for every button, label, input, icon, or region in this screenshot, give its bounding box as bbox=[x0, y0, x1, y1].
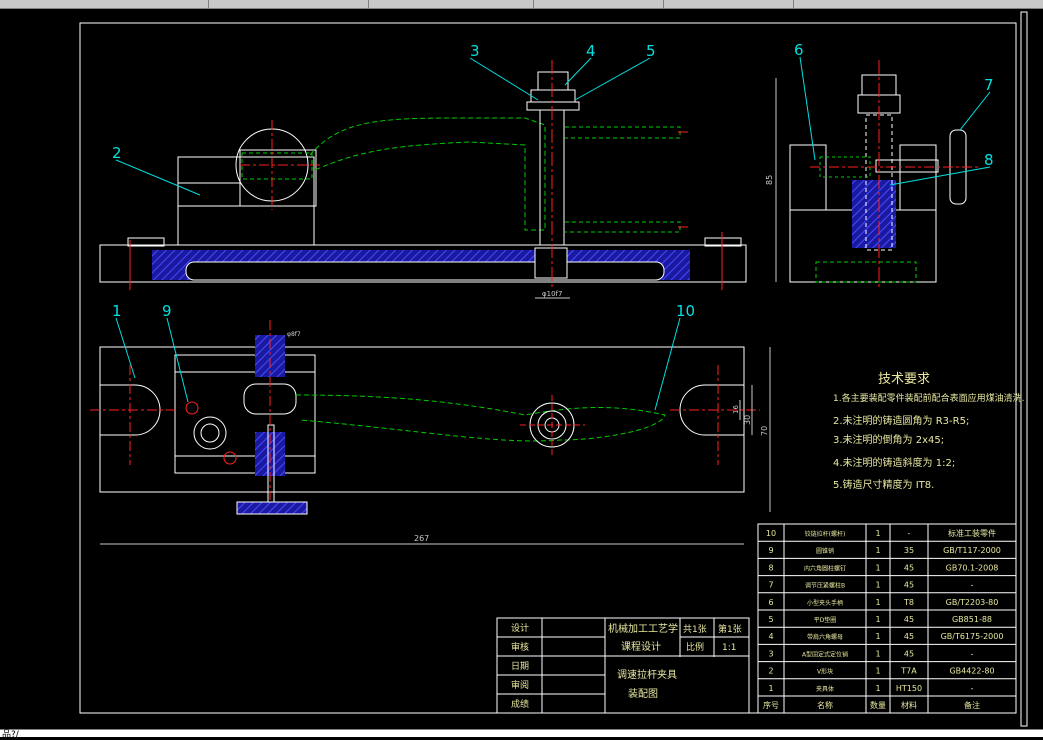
tb-label-review: 审阅 bbox=[511, 679, 529, 691]
balloon-6: 6 bbox=[794, 41, 804, 59]
bom-cell: 1 bbox=[875, 529, 880, 538]
tb-course-1: 机械加工工艺学 bbox=[608, 622, 678, 635]
bom-cell: 1 bbox=[875, 563, 880, 572]
tech-item-5: 5.铸造尺寸精度为 IT8. bbox=[833, 478, 934, 491]
tb-scale-value: 1:1 bbox=[722, 643, 736, 653]
tech-item-2: 2.未注明的铸造圆角为 R3-R5; bbox=[833, 414, 969, 427]
balloon-4: 4 bbox=[586, 42, 596, 60]
balloon-8: 8 bbox=[984, 151, 994, 169]
balloon-3: 3 bbox=[470, 42, 480, 60]
bom-header-cell: 数量 bbox=[870, 700, 886, 710]
tb-drawing-1: 调速拉杆夹具 bbox=[617, 668, 677, 681]
bom-cell: 1 bbox=[875, 546, 880, 555]
bom-cell: 内六角圆柱螺钉 bbox=[804, 564, 846, 572]
top-view: 267 70 30 16 φ8f7 bbox=[90, 320, 771, 545]
tb-course-2: 课程设计 bbox=[621, 640, 661, 653]
bom-cell: 1 bbox=[875, 667, 880, 676]
tb-sheet-no: 第1张 bbox=[718, 623, 742, 635]
bom-cell: 圆锥销 bbox=[816, 547, 834, 555]
bom-cell: 6 bbox=[768, 598, 773, 607]
bom-cell: GB/T117-2000 bbox=[943, 546, 1001, 555]
bom-cell: 45 bbox=[904, 563, 914, 572]
front-view: φ10f7 bbox=[99, 60, 747, 299]
bom-cell: T8 bbox=[903, 598, 914, 607]
tb-label-date: 日期 bbox=[511, 661, 529, 672]
bom-cell: 45 bbox=[904, 581, 914, 590]
bom-cell: 调节压紧螺柱B bbox=[805, 582, 845, 590]
tech-item-3: 3.未注明的倒角为 2x45; bbox=[833, 433, 944, 446]
bom-cell: 7 bbox=[768, 581, 773, 590]
bom-cell: 1 bbox=[875, 598, 880, 607]
bom-cell: 铰链拉杆(螺杆) bbox=[805, 530, 846, 538]
bom-cell: GB/T6175-2000 bbox=[941, 632, 1004, 641]
dim-phi-front: φ10f7 bbox=[542, 290, 562, 298]
bom-cell: 4 bbox=[768, 632, 773, 641]
bom-cell: 1 bbox=[875, 632, 880, 641]
tb-scale-label: 比例 bbox=[686, 641, 704, 653]
bom-cell: GB4422-80 bbox=[949, 667, 994, 676]
bom-cell: HT150 bbox=[896, 684, 922, 693]
bom-cell: 35 bbox=[904, 546, 914, 555]
bom-cell: GB851-88 bbox=[952, 615, 992, 624]
bom-cell: 标准工装零件 bbox=[948, 528, 996, 538]
tb-label-check: 审核 bbox=[511, 641, 529, 653]
tech-requirements: 技术要求 1.各主要装配零件装配前配合表面应用煤油清洗. 2.未注明的铸造圆角为… bbox=[833, 372, 1024, 491]
bom-cell: 45 bbox=[904, 632, 914, 641]
bom-cell: 9 bbox=[768, 546, 773, 555]
drawing-canvas[interactable]: φ10f7 85 267 70 30 16 φ8f7 2 1 9 3 4 5 1… bbox=[0, 0, 1043, 736]
tb-label-grade: 成绩 bbox=[511, 698, 529, 710]
bom-cell: 带肩六角螺母 bbox=[807, 633, 843, 641]
bom-cell: 3 bbox=[768, 649, 773, 658]
bom-cell: 1 bbox=[875, 581, 880, 590]
bom-cell: A型固定式定位销 bbox=[802, 650, 848, 658]
dim-30: 30 bbox=[743, 415, 752, 425]
bom-cell: GB/T2203-80 bbox=[946, 598, 999, 607]
balloon-5: 5 bbox=[646, 42, 656, 60]
balloon-10: 10 bbox=[676, 302, 695, 320]
bom-cell: 1 bbox=[768, 684, 773, 693]
bom-header-cell: 备注 bbox=[964, 700, 980, 710]
title-block: 设计 审核 日期 审阅 成绩 机械加工工艺学 课程设计 共1张 第1张 比例 1… bbox=[496, 617, 750, 714]
screen-edge bbox=[1020, 11, 1028, 727]
bom-cell: 1 bbox=[875, 615, 880, 624]
bom-header-cell: 材料 bbox=[901, 700, 917, 710]
tb-label-design: 设计 bbox=[511, 622, 529, 634]
bom-header-cell: 名称 bbox=[817, 700, 833, 710]
bom-cell: 10 bbox=[766, 529, 776, 538]
bom-cell: T7A bbox=[900, 667, 917, 676]
bom-cell: 1 bbox=[875, 649, 880, 658]
command-prompt: 品?/ bbox=[2, 730, 19, 740]
bom-cell: - bbox=[971, 684, 974, 693]
bom-table: 10 铰链拉杆(螺杆) 1- 标准工装零件9 圆锥销 1 35 GB/T117-20008 内六… bbox=[757, 523, 1017, 714]
dim-16: 16 bbox=[732, 405, 740, 414]
bom-cell: 小型夹头手柄 bbox=[807, 599, 843, 607]
tech-item-1: 1.各主要装配零件装配前配合表面应用煤油清洗. bbox=[833, 392, 1024, 404]
bom-cell: - bbox=[908, 529, 911, 538]
balloon-9: 9 bbox=[162, 302, 172, 320]
tb-drawing-2: 装配图 bbox=[628, 687, 658, 700]
bom-cell: 45 bbox=[904, 649, 914, 658]
balloon-7: 7 bbox=[984, 76, 994, 94]
bom-cell: 2 bbox=[768, 667, 773, 676]
bom-cell: 45 bbox=[904, 615, 914, 624]
balloon-1: 1 bbox=[112, 302, 122, 320]
bom-cell: V形块 bbox=[817, 668, 833, 676]
dim-85: 85 bbox=[765, 175, 774, 185]
tb-sheet-total: 共1张 bbox=[683, 624, 707, 635]
bom-cell: - bbox=[971, 581, 974, 590]
bom-cell: 夹具体 bbox=[816, 685, 834, 693]
bom-header-cell: 序号 bbox=[763, 700, 779, 710]
dim-phi-top: φ8f7 bbox=[287, 331, 301, 338]
bom-cell: 1 bbox=[875, 684, 880, 693]
tech-title: 技术要求 bbox=[878, 372, 930, 387]
dim-70: 70 bbox=[760, 426, 769, 436]
bom-cell: 平D垫圈 bbox=[814, 616, 837, 624]
bom-cell: GB70.1-2008 bbox=[946, 563, 999, 572]
dim-267: 267 bbox=[414, 534, 429, 543]
bom-cell: 8 bbox=[768, 563, 773, 572]
balloon-2: 2 bbox=[112, 144, 122, 162]
tech-item-4: 4.未注明的铸造斜度为 1:2; bbox=[833, 456, 955, 469]
bom-cell: - bbox=[971, 649, 974, 658]
bom-cell: 5 bbox=[768, 615, 773, 624]
